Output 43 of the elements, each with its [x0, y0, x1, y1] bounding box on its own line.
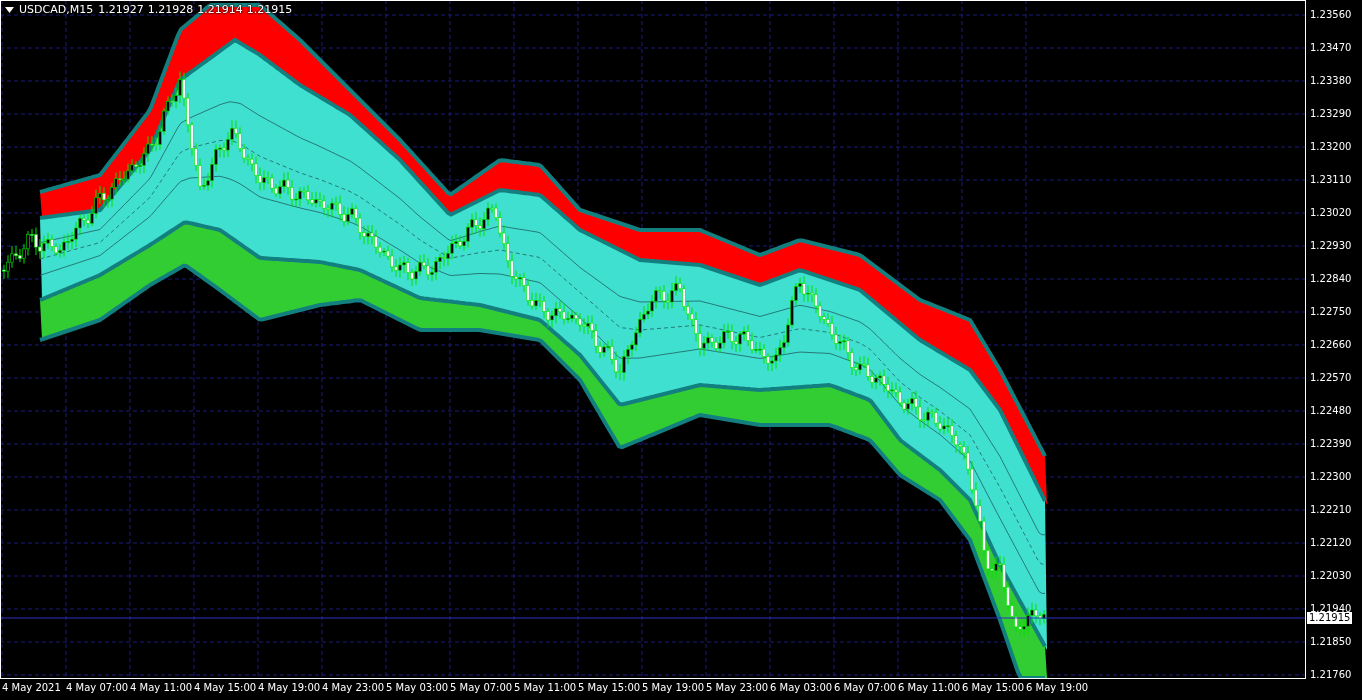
- time-label: 6 May 19:00: [1026, 682, 1089, 694]
- price-label: 1.22300: [1310, 471, 1352, 483]
- time-label: 4 May 2021: [2, 682, 61, 694]
- quote-value: 1.21927: [98, 3, 144, 16]
- price-label: 1.23470: [1310, 42, 1352, 54]
- time-label: 5 May 19:00: [642, 682, 705, 694]
- time-label: 5 May 11:00: [514, 682, 577, 694]
- quote-value: 1.21928: [147, 3, 194, 16]
- price-label: 1.22570: [1310, 372, 1352, 384]
- symbol-label: USDCAD,M15: [19, 3, 94, 16]
- price-label: 1.22390: [1310, 438, 1352, 450]
- price-label: 1.21850: [1310, 636, 1352, 648]
- price-label: 1.23560: [1310, 9, 1352, 21]
- price-label: 1.22120: [1310, 537, 1352, 549]
- time-label: 6 May 15:00: [962, 682, 1025, 694]
- price-label: 1.23110: [1310, 174, 1352, 186]
- time-label: 6 May 03:00: [770, 682, 833, 694]
- time-label: 4 May 11:00: [130, 682, 193, 694]
- price-label: 1.22660: [1310, 339, 1352, 351]
- price-label: 1.23020: [1310, 207, 1352, 219]
- price-label: 1.22210: [1310, 504, 1352, 516]
- price-label: 1.22840: [1310, 273, 1352, 285]
- price-label: 1.21760: [1310, 669, 1352, 681]
- price-label: 1.22480: [1310, 405, 1352, 417]
- time-label: 5 May 15:00: [578, 682, 641, 694]
- price-label: 1.22930: [1310, 240, 1352, 252]
- time-label: 4 May 23:00: [322, 682, 385, 694]
- time-label: 5 May 23:00: [706, 682, 769, 694]
- price-label: 1.23290: [1310, 108, 1352, 120]
- dropdown-triangle-icon[interactable]: [5, 6, 14, 13]
- time-label: 5 May 03:00: [386, 682, 449, 694]
- price-label: 1.22030: [1310, 570, 1352, 582]
- time-label: 6 May 11:00: [898, 682, 961, 694]
- price-label: 1.23200: [1310, 141, 1352, 153]
- time-label: 5 May 07:00: [450, 682, 513, 694]
- price-label: 1.23380: [1310, 75, 1352, 87]
- price-label: 1.21940: [1310, 603, 1352, 614]
- current-price-label: 1.21915: [1307, 612, 1353, 624]
- time-label: 6 May 07:00: [834, 682, 897, 694]
- time-label: 4 May 19:00: [258, 682, 321, 694]
- time-label: 4 May 07:00: [66, 682, 129, 694]
- time-label: 4 May 15:00: [194, 682, 257, 694]
- price-label: 1.22750: [1310, 306, 1352, 318]
